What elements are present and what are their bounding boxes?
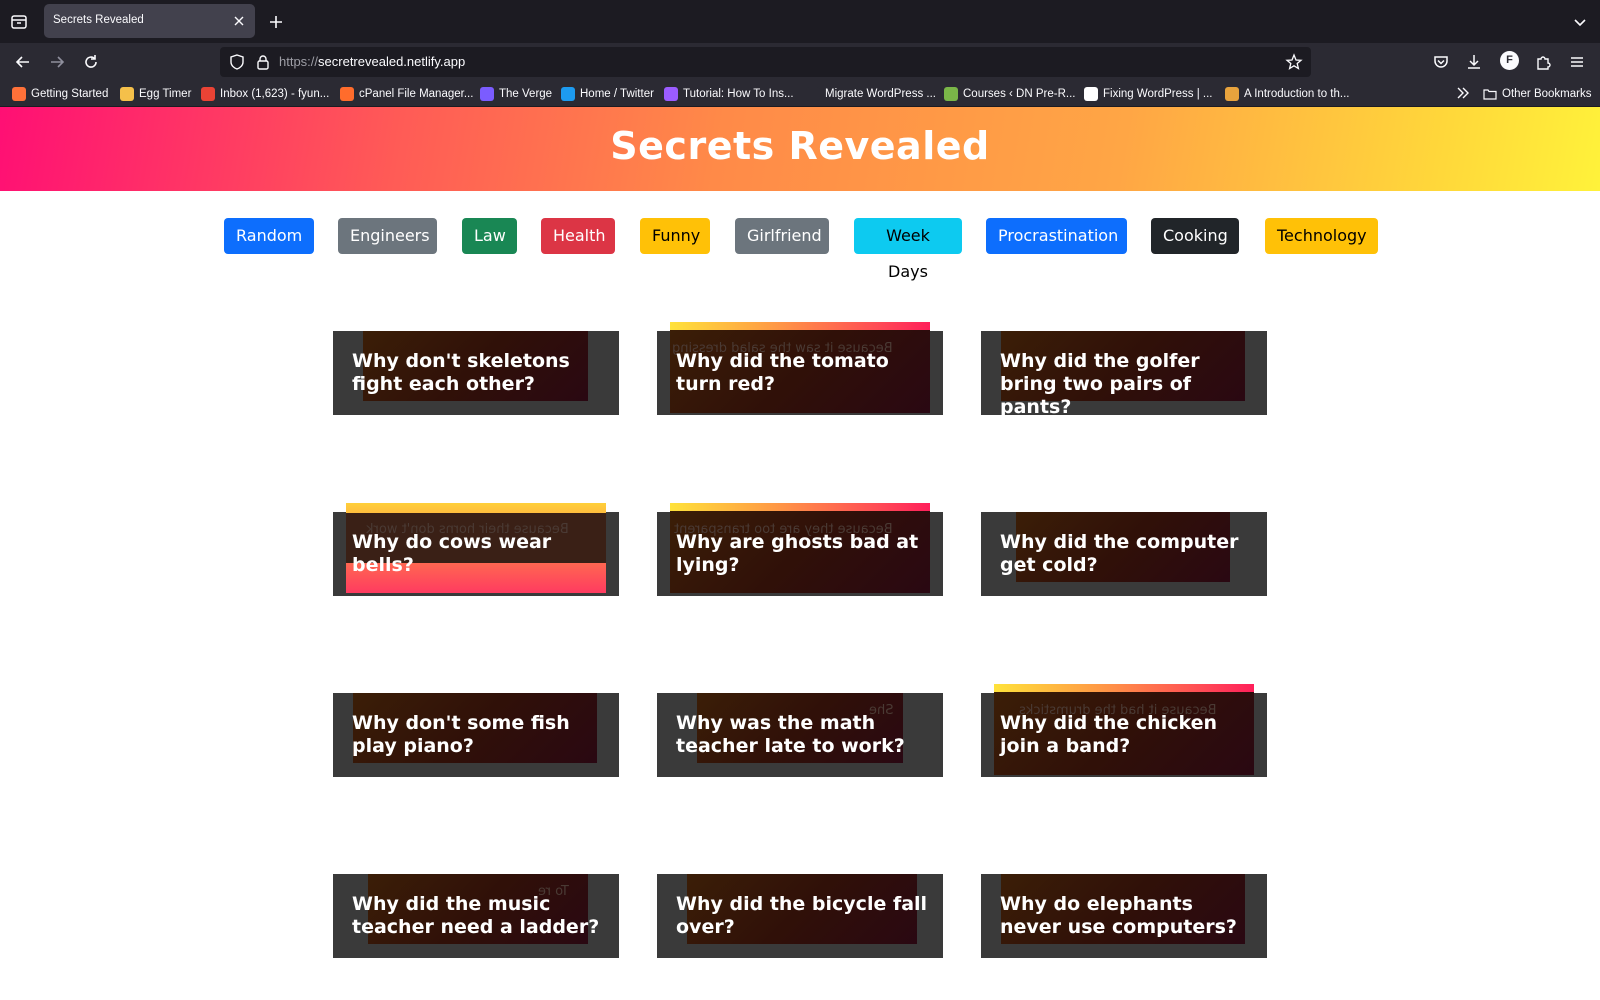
download-icon[interactable]: [1464, 52, 1484, 72]
category-button-technology[interactable]: Technology: [1265, 218, 1378, 254]
bookmark-item[interactable]: Inbox (1,623) - fyun...: [201, 86, 329, 102]
bookmark-label: Other Bookmarks: [1502, 88, 1592, 100]
twitter-icon: [561, 87, 575, 101]
category-button-cooking[interactable]: Cooking: [1151, 218, 1239, 254]
bookmark-label: Tutorial: How To Ins...: [683, 88, 794, 100]
card-question: Why are ghosts bad at lying?: [676, 531, 919, 576]
other-bookmarks-folder[interactable]: Other Bookmarks: [1483, 86, 1591, 102]
joke-card[interactable]: Why did the computer get cold?: [981, 512, 1267, 596]
bookmark-label: Fixing WordPress | ...: [1103, 88, 1213, 100]
bookmark-item[interactable]: The Verge: [480, 86, 552, 102]
bookmark-label: A Introduction to th...: [1244, 88, 1350, 100]
bookmark-item[interactable]: cPanel File Manager...: [340, 86, 473, 102]
card-question: Why did the tomato turn red?: [676, 350, 889, 395]
tutorial-icon: [664, 87, 678, 101]
card-question: Why do elephants never use computers?: [1000, 893, 1237, 938]
bookmark-item[interactable]: Fixing WordPress | ...: [1084, 86, 1213, 102]
hashnode-icon: [806, 87, 820, 101]
category-button-law[interactable]: Law: [462, 218, 517, 254]
firefox-icon: [12, 87, 26, 101]
category-button-engineers[interactable]: Engineers: [338, 218, 437, 254]
bookmark-label: The Verge: [499, 88, 553, 100]
bookmark-item[interactable]: A Introduction to th...: [1225, 86, 1349, 102]
new-tab-icon[interactable]: [266, 12, 286, 32]
hamburger-menu-icon[interactable]: [1567, 52, 1587, 72]
category-button-procrastination[interactable]: Procrastination: [986, 218, 1127, 254]
joke-card[interactable]: Why do elephants never use computers?: [981, 874, 1267, 958]
joke-card[interactable]: Why did the bicycle fall over?: [657, 874, 943, 958]
chevron-double-right-icon[interactable]: [1455, 85, 1471, 101]
bookmark-label: Getting Started: [31, 88, 109, 100]
bookmarks-toolbar: Getting Started Egg Timer Inbox (1,623) …: [0, 81, 1600, 107]
tab-title: Secrets Revealed: [53, 14, 144, 26]
hero-banner: Secrets Revealed: [0, 107, 1600, 191]
joke-card[interactable]: Why don't skeletons fight each other?: [333, 331, 619, 415]
close-tab-icon[interactable]: [231, 13, 247, 29]
egg-timer-icon: [120, 87, 134, 101]
joke-card[interactable]: Why did the golfer bring two pairs of pa…: [981, 331, 1267, 418]
pocket-icon[interactable]: [1431, 52, 1451, 72]
card-question: Why don't some fish play piano?: [352, 712, 570, 757]
joke-card[interactable]: To re Why did the music teacher need a la…: [333, 874, 619, 958]
url-bar[interactable]: https://secretrevealed.netlify.app: [220, 47, 1311, 77]
back-arrow-icon[interactable]: [13, 52, 33, 72]
category-button-funny[interactable]: Funny: [640, 218, 710, 254]
verge-icon: [480, 87, 494, 101]
folder-icon: [1483, 87, 1497, 101]
card-question: Why was the math teacher late to work?: [676, 712, 905, 757]
url-host: secretrevealed.netlify.app: [318, 54, 466, 69]
cpanel-icon: [340, 87, 354, 101]
book-icon: [1225, 87, 1239, 101]
bookmark-item[interactable]: Courses ‹ DN Pre-R...: [944, 86, 1075, 102]
shield-icon[interactable]: [228, 53, 246, 71]
card-question: Why did the chicken join a band?: [1000, 712, 1218, 757]
category-button-health[interactable]: Health: [541, 218, 615, 254]
gmail-icon: [201, 87, 215, 101]
forward-arrow-icon[interactable]: [47, 52, 67, 72]
dn-icon: [944, 87, 958, 101]
bookmark-label: cPanel File Manager...: [359, 88, 474, 100]
bookmark-label: Home / Twitter: [580, 88, 654, 100]
page-title: Secrets Revealed: [610, 124, 990, 168]
joke-card[interactable]: Because it saw the salad dressing Why did…: [657, 322, 943, 415]
chevron-down-icon[interactable]: [1570, 12, 1590, 32]
bookmark-item[interactable]: Egg Timer: [120, 86, 191, 102]
extensions-icon[interactable]: [1533, 52, 1553, 72]
category-button-girlfriend[interactable]: Girlfriend: [735, 218, 829, 254]
card-question: Why did the golfer bring two pairs of pa…: [1000, 350, 1200, 418]
lock-icon[interactable]: [254, 53, 272, 71]
bookmark-label: Courses ‹ DN Pre-R...: [963, 88, 1076, 100]
card-question: Why don't skeletons fight each other?: [352, 350, 570, 395]
browser-nav-bar: https://secretrevealed.netlify.app F: [0, 43, 1600, 81]
joke-card[interactable]: Why don't some fish play piano?: [333, 693, 619, 777]
bookmark-item[interactable]: Home / Twitter: [561, 86, 654, 102]
wordpress-icon: [1084, 87, 1098, 101]
browser-tab-bar: Secrets Revealed: [0, 0, 1600, 43]
card-question: Why did the bicycle fall over?: [676, 893, 928, 938]
category-button-week-days[interactable]: Week Days: [854, 218, 962, 281]
star-icon[interactable]: [1285, 53, 1303, 71]
joke-card[interactable]: Because it had the drumsticks Why did the…: [981, 684, 1267, 777]
url-scheme: https://: [279, 54, 319, 69]
bookmark-label: Migrate WordPress ...: [825, 88, 936, 100]
joke-card[interactable]: She Why was the math teacher late to work…: [657, 693, 943, 777]
url-text: https://secretrevealed.netlify.app: [279, 54, 465, 69]
card-question: Why did the music teacher need a ladder?: [352, 893, 600, 938]
account-avatar-icon[interactable]: F: [1500, 51, 1519, 70]
browser-tab-active[interactable]: Secrets Revealed: [44, 4, 255, 38]
bookmark-item[interactable]: Getting Started: [12, 86, 108, 102]
category-button-random[interactable]: Random: [224, 218, 314, 254]
joke-card[interactable]: Because their horns don't work Why do cow…: [333, 503, 619, 596]
card-question: Why do cows wear bells?: [352, 531, 552, 576]
bookmark-label: Egg Timer: [139, 88, 192, 100]
reload-icon[interactable]: [81, 52, 101, 72]
card-question: Why did the computer get cold?: [1000, 531, 1239, 576]
bookmark-item[interactable]: Migrate WordPress ...: [806, 86, 936, 102]
bookmark-item[interactable]: Tutorial: How To Ins...: [664, 86, 794, 102]
tab-list-icon[interactable]: [9, 12, 29, 32]
bookmark-label: Inbox (1,623) - fyun...: [220, 88, 330, 100]
joke-card[interactable]: Because they are too transparent Why are …: [657, 503, 943, 596]
